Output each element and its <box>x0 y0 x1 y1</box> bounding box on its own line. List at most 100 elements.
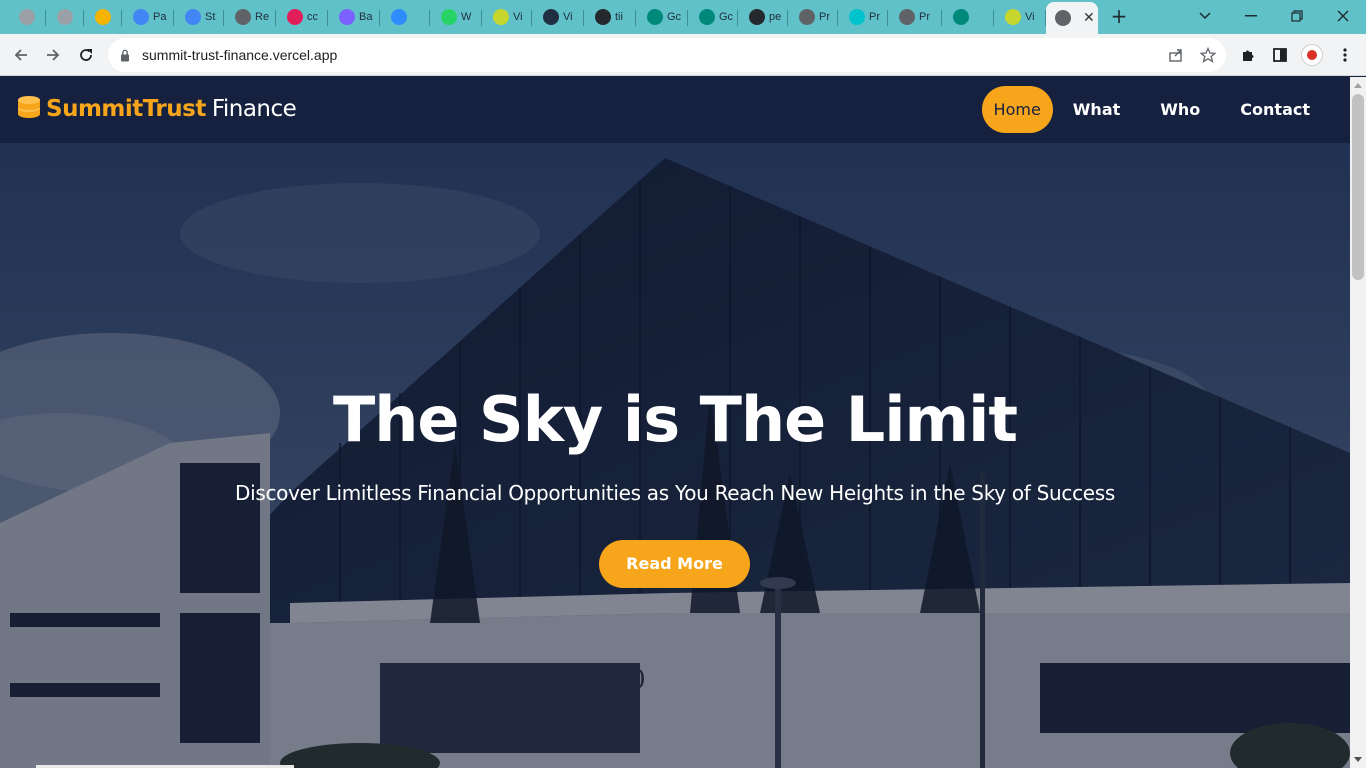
browser-tab[interactable]: Pr <box>790 4 838 30</box>
browser-tab[interactable]: Vi <box>534 4 584 30</box>
browser-tab[interactable]: Vi <box>484 4 532 30</box>
github-icon <box>749 9 765 25</box>
globe-icon <box>799 9 815 25</box>
new-tab-button[interactable]: + <box>1108 6 1130 28</box>
tab-label: Pr <box>919 11 930 23</box>
back-icon[interactable] <box>8 42 34 68</box>
browser-tab[interactable]: cc <box>278 4 328 30</box>
drive-icon <box>95 9 111 25</box>
nav-who[interactable]: Who <box>1140 86 1220 133</box>
site-logo[interactable]: SummitTrust Finance <box>16 95 297 123</box>
hero-title: The Sky is The Limit <box>332 383 1018 456</box>
scroll-thumb[interactable] <box>1352 94 1364 280</box>
close-tab-icon[interactable]: ✕ <box>1083 10 1095 26</box>
scroll-up-icon[interactable] <box>1354 83 1362 88</box>
scroll-down-icon[interactable] <box>1354 757 1362 762</box>
address-bar[interactable]: summit-trust-finance.vercel.app <box>108 38 1226 72</box>
v-icon <box>493 9 509 25</box>
read-more-button[interactable]: Read More <box>599 540 750 588</box>
tab-label: Gc <box>719 11 734 23</box>
browser-tab[interactable]: Gc <box>690 4 738 30</box>
browser-tab[interactable]: Pr <box>840 4 888 30</box>
browser-tab[interactable] <box>10 4 46 30</box>
tab-label: Vi <box>1025 11 1035 23</box>
tab-label: Gc <box>667 11 682 23</box>
tab-label: pe <box>769 11 782 23</box>
share-icon[interactable] <box>1166 45 1186 65</box>
tab-label: Pa <box>153 11 167 23</box>
meet-icon <box>647 9 663 25</box>
browser-tab[interactable]: Pa <box>124 4 174 30</box>
lock-icon[interactable] <box>120 47 130 66</box>
tab-label: tii <box>615 11 623 23</box>
sparkle-icon <box>339 9 355 25</box>
tab-label: St <box>205 11 216 23</box>
url-text[interactable]: summit-trust-finance.vercel.app <box>142 47 337 63</box>
browser-tab[interactable]: Vi <box>996 4 1046 30</box>
browser-tab[interactable]: pe <box>740 4 788 30</box>
browser-tab[interactable]: Re <box>226 4 276 30</box>
whatsapp-icon <box>441 9 457 25</box>
browser-tab[interactable] <box>944 4 994 30</box>
globe-icon <box>1055 10 1071 26</box>
meet-icon <box>953 9 969 25</box>
zoom-icon <box>391 9 407 25</box>
browser-toolbar: summit-trust-finance.vercel.app <box>0 34 1366 76</box>
browser-tab[interactable] <box>48 4 84 30</box>
tab-label: cc <box>307 11 318 23</box>
main-menu: Home What Who Contact <box>981 86 1330 133</box>
slack-icon <box>287 9 303 25</box>
minimize-icon[interactable] <box>1228 3 1274 29</box>
browser-tab[interactable]: St <box>176 4 224 30</box>
tab-label: Re <box>255 11 270 23</box>
globe-icon <box>19 9 35 25</box>
hero-section: 15120 The Sky is The Limit Discover Limi… <box>0 143 1350 768</box>
tab-label: Vi <box>513 11 523 23</box>
globe-icon <box>899 9 915 25</box>
github-icon <box>595 9 611 25</box>
globe-icon <box>57 9 73 25</box>
browser-tab[interactable]: tii <box>586 4 636 30</box>
tab-label: Ba <box>359 11 373 23</box>
browser-tab[interactable] <box>382 4 430 30</box>
site-navbar: SummitTrust Finance Home What Who Contac… <box>0 77 1350 143</box>
restore-icon[interactable] <box>1274 3 1320 29</box>
hero-subtitle: Discover Limitless Financial Opportuniti… <box>234 481 1116 505</box>
browser-tab[interactable]: Pr <box>890 4 942 30</box>
browser-tab[interactable] <box>86 4 122 30</box>
globe-icon <box>235 9 251 25</box>
v-icon <box>1005 9 1021 25</box>
nav-contact[interactable]: Contact <box>1220 86 1330 133</box>
hero-content: The Sky is The Limit Discover Limitless … <box>0 143 1350 768</box>
bookmark-star-icon[interactable] <box>1198 45 1218 65</box>
active-tab[interactable]: ✕ <box>1046 2 1098 34</box>
reload-icon[interactable] <box>73 42 99 68</box>
google-icon <box>185 9 201 25</box>
meet-icon <box>699 9 715 25</box>
browser-tab[interactable]: Gc <box>638 4 688 30</box>
vt-icon <box>543 9 559 25</box>
tab-label: Pr <box>869 11 880 23</box>
profile-avatar[interactable] <box>1299 42 1325 68</box>
forward-icon[interactable] <box>40 42 66 68</box>
browser-tab-strip: Pa St Re cc Ba W Vi Vi tii Gc Gc pe Pr Pr Pr Vi ✕ + <box>0 0 1366 34</box>
extensions-puzzle-icon[interactable] <box>1235 42 1261 68</box>
canva-icon <box>849 9 865 25</box>
browser-menu-icon[interactable] <box>1332 42 1358 68</box>
close-window-icon[interactable] <box>1320 3 1366 29</box>
nav-home[interactable]: Home <box>981 86 1053 133</box>
page-scrollbar[interactable] <box>1350 77 1366 768</box>
side-panel-icon[interactable] <box>1267 42 1293 68</box>
brand-name-primary: SummitTrust <box>46 96 206 122</box>
browser-tab[interactable]: Ba <box>330 4 380 30</box>
page-viewport: SummitTrust Finance Home What Who Contac… <box>0 77 1350 768</box>
tab-label: Pr <box>819 11 830 23</box>
brand-name-secondary: Finance <box>211 96 297 122</box>
tab-label: W <box>461 11 472 23</box>
tab-label: Vi <box>563 11 573 23</box>
tab-search-icon[interactable] <box>1182 3 1228 29</box>
nav-what[interactable]: What <box>1053 86 1140 133</box>
google-icon <box>133 9 149 25</box>
browser-tab[interactable]: W <box>432 4 482 30</box>
coins-icon <box>16 95 42 123</box>
